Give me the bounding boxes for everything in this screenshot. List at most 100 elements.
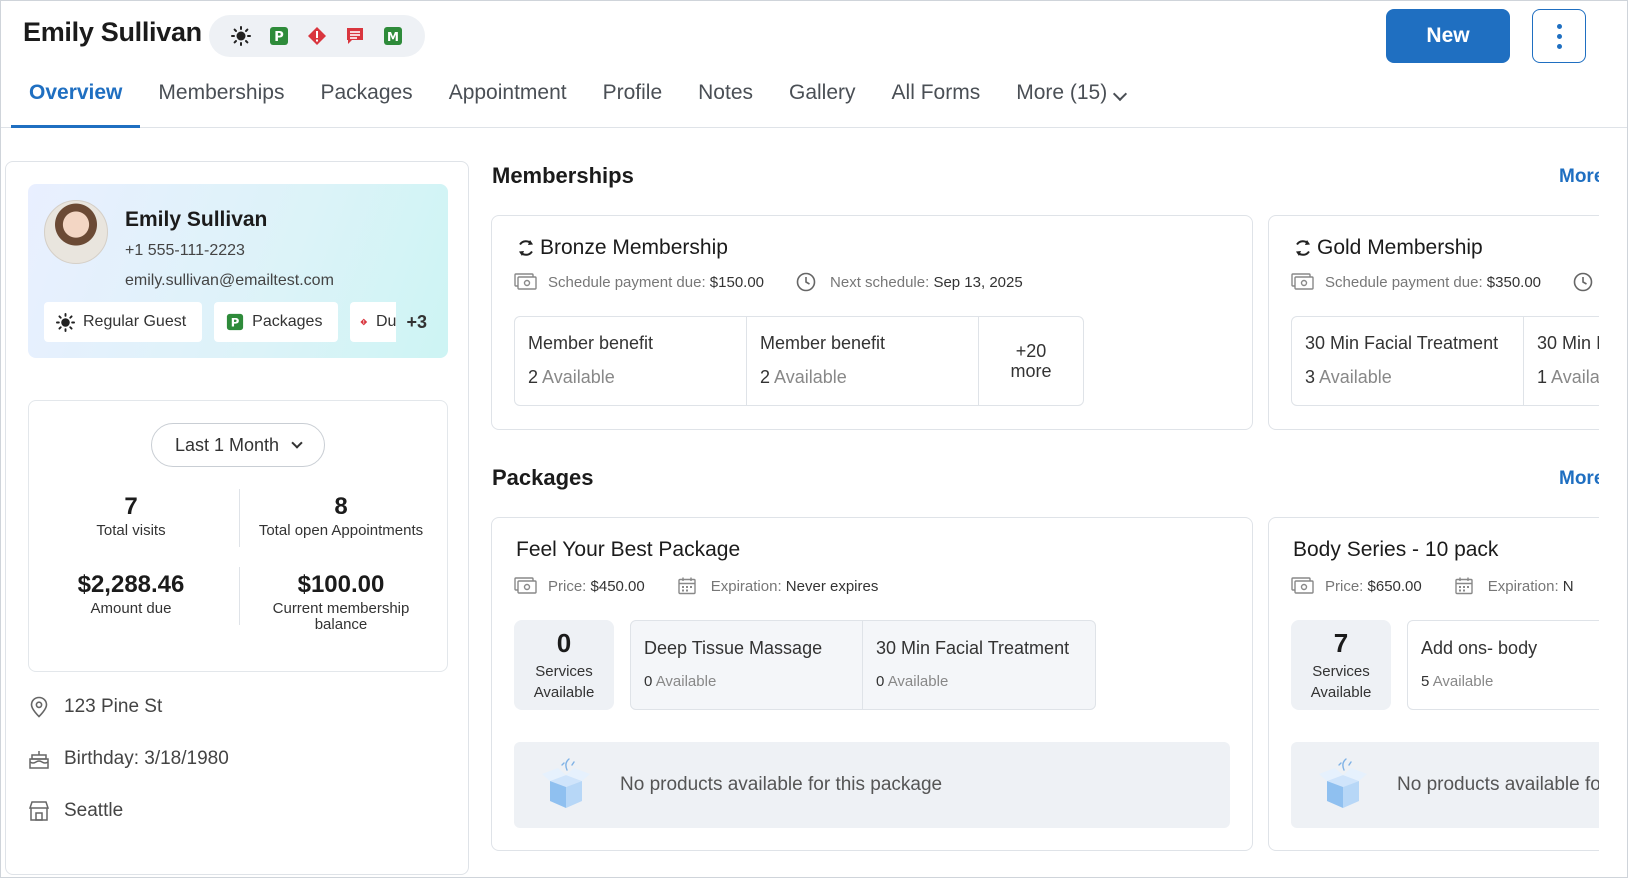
- expiration-value: N: [1562, 577, 1574, 595]
- stat-label: Total visits: [96, 522, 166, 539]
- membership-card-bronze[interactable]: Bronze Membership Schedule payment due: …: [491, 215, 1253, 430]
- service-name: 30 Min Facial Treatment: [876, 638, 1070, 658]
- no-products-notice: No products available for: [1291, 742, 1627, 828]
- tab-memberships[interactable]: Memberships: [140, 77, 302, 128]
- stat-value: 8: [334, 493, 348, 520]
- calendar-icon: [677, 576, 701, 596]
- tab-gallery[interactable]: Gallery: [771, 77, 874, 128]
- tag-chip-label: Du: [375, 313, 397, 330]
- kebab-dot-icon: [1556, 33, 1562, 39]
- tag-chip-regular-guest[interactable]: Regular Guest: [44, 302, 203, 342]
- profile-tag-chips: Regular Guest P Packages Du +3: [44, 302, 427, 342]
- profile-phone[interactable]: +1 555-111-2223: [125, 242, 245, 260]
- no-products-text: No products available for this package: [620, 774, 943, 795]
- tab-label: Overview: [29, 81, 123, 104]
- memberships-more-link[interactable]: More: [1559, 166, 1604, 188]
- package-card-body-series[interactable]: Body Series - 10 pack Price: $650.00 Exp…: [1268, 517, 1627, 851]
- tag-chip-due[interactable]: Du: [350, 302, 397, 342]
- package-services: Add ons- body 5 Available: [1407, 620, 1627, 710]
- tag-chip-label: Packages: [252, 313, 323, 330]
- recurring-icon: [519, 240, 533, 256]
- service-item[interactable]: Add ons- body 5 Available: [1408, 621, 1627, 709]
- payment-value: $350.00: [1486, 273, 1542, 291]
- new-button[interactable]: New: [1386, 9, 1510, 63]
- packages-p-icon: P: [227, 313, 244, 331]
- benefit-availability: 2 Available: [528, 367, 615, 387]
- membership-m-icon: M: [383, 26, 403, 46]
- tab-profile[interactable]: Profile: [585, 77, 681, 128]
- price-label: Price:: [1325, 577, 1364, 595]
- money-icon: [514, 576, 538, 596]
- sun-icon: [231, 26, 251, 46]
- tab-notes[interactable]: Notes: [680, 77, 771, 128]
- service-name: Add ons- body: [1421, 638, 1538, 658]
- membership-title: Bronze Membership: [516, 236, 728, 260]
- more-actions-button[interactable]: [1532, 9, 1586, 63]
- avatar[interactable]: [44, 200, 108, 264]
- date-range-value: Last 1 Month: [174, 434, 280, 455]
- price-label: Price:: [548, 577, 587, 595]
- benefit-item[interactable]: Member benefit 2 Available: [747, 317, 979, 405]
- money-icon: [1291, 272, 1315, 292]
- stat-value: $2,288.46: [77, 571, 185, 598]
- benefit-item[interactable]: 30 Min Facial Treatment 3 Available: [1292, 317, 1524, 405]
- membership-benefits: Member benefit 2 Available Member benefi…: [514, 316, 1084, 406]
- address-text: 123 Pine St: [64, 696, 163, 717]
- cake-icon: [28, 748, 50, 770]
- membership-meta: Schedule payment due: $350.00: [1291, 272, 1607, 292]
- membership-name: Bronze Membership: [540, 236, 728, 259]
- price-value: $450.00: [590, 577, 645, 595]
- more-tags-count[interactable]: +3: [406, 312, 427, 333]
- stats-card: Last 1 Month 7 Total visits 8 Total open…: [28, 400, 448, 672]
- service-item[interactable]: 30 Min Facial Treatment 0 Available: [863, 621, 1095, 709]
- package-meta: Price: $650.00 Expiration: N: [1291, 576, 1574, 596]
- tab-appointment[interactable]: Appointment: [431, 77, 585, 128]
- tab-label: Gallery: [789, 81, 856, 104]
- date-range-select[interactable]: Last 1 Month: [151, 423, 325, 467]
- package-card-feel-your-best[interactable]: Feel Your Best Package Price: $450.00 Ex…: [491, 517, 1253, 851]
- benefit-name: Member benefit: [528, 333, 654, 353]
- packages-more-link[interactable]: More: [1559, 468, 1604, 490]
- tab-packages[interactable]: Packages: [302, 77, 430, 128]
- tag-chip-packages[interactable]: P Packages: [214, 302, 339, 342]
- tab-label: Appointment: [448, 81, 567, 104]
- svg-text:P: P: [274, 30, 284, 45]
- tab-more[interactable]: More (15): [998, 77, 1143, 128]
- store-icon: [28, 800, 50, 822]
- package-name: Body Series - 10 pack: [1293, 538, 1499, 561]
- package-name: Feel Your Best Package: [516, 538, 741, 561]
- message-icon: [345, 26, 365, 46]
- client-header: Emily Sullivan P M New Overview Membersh…: [1, 1, 1627, 128]
- tab-all-forms[interactable]: All Forms: [874, 77, 999, 128]
- no-products-text: No products available for: [1397, 774, 1608, 795]
- service-availability: 0 Available: [644, 673, 717, 690]
- benefit-availability: 3 Available: [1305, 367, 1392, 387]
- services-available-count: 7 Services Available: [1291, 620, 1391, 710]
- clock-icon: [796, 272, 820, 292]
- payment-value: $150.00: [709, 273, 765, 291]
- profile-card: Emily Sullivan +1 555-111-2223 emily.sul…: [28, 184, 448, 358]
- tab-overview[interactable]: Overview: [11, 77, 141, 128]
- empty-box-icon: [1319, 758, 1367, 808]
- alert-diamond-icon: [307, 26, 327, 46]
- benefit-name: Member benefit: [760, 333, 886, 353]
- services-available-count: 0 Services Available: [514, 620, 614, 710]
- services-count-label: Services Available: [533, 663, 595, 701]
- content-clip-edge: [1599, 131, 1627, 877]
- stat-open-appointments: 8 Total open Appointments: [241, 493, 441, 539]
- stat-amount-due: $2,288.46 Amount due: [31, 571, 231, 617]
- more-benefits-button[interactable]: +20 more: [979, 317, 1083, 405]
- benefit-item[interactable]: Member benefit 2 Available: [515, 317, 747, 405]
- package-services: Deep Tissue Massage 0 Available 30 Min F…: [630, 620, 1096, 710]
- tab-label: More (15): [1016, 81, 1108, 104]
- next-schedule-value: Sep 13, 2025: [933, 273, 1023, 291]
- service-item[interactable]: Deep Tissue Massage 0 Available: [631, 621, 863, 709]
- alert-diamond-icon: [360, 318, 368, 326]
- expiration-value: Never expires: [785, 577, 879, 595]
- membership-card-gold[interactable]: Gold Membership Schedule payment due: $3…: [1268, 215, 1627, 430]
- client-tags-pill[interactable]: P M: [209, 15, 425, 57]
- tab-label: Notes: [698, 81, 753, 104]
- profile-email[interactable]: emily.sullivan@emailtest.com: [125, 272, 334, 290]
- tab-label: Profile: [602, 81, 663, 104]
- svg-text:P: P: [231, 316, 240, 330]
